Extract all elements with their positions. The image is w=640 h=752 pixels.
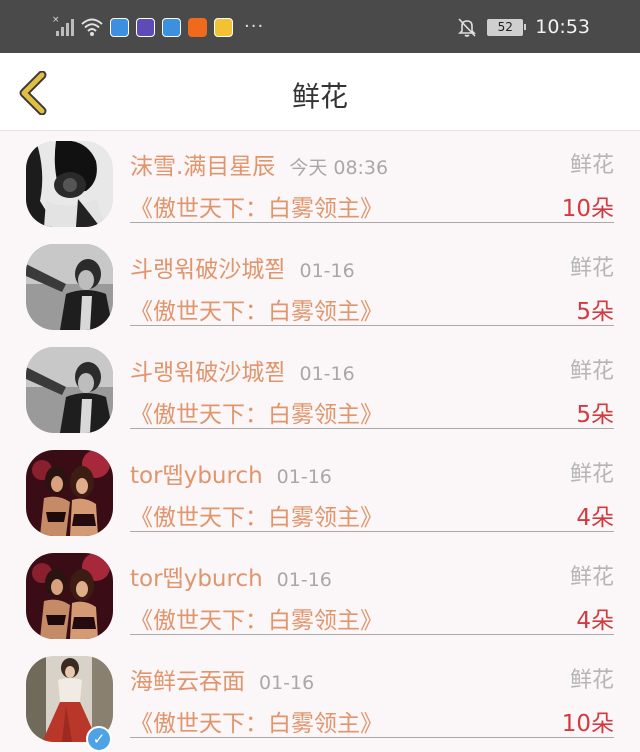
list-item[interactable]: 斗랭윆破沙城쬗 01-16 鲜花 《傲世天下：白雾领主》 5朵 — [0, 234, 640, 337]
battery-indicator: 52 — [487, 18, 527, 36]
gift-count: 5朵 — [576, 402, 614, 428]
gift-type: 鲜花 — [569, 668, 614, 693]
status-bar: × ··· 52 10:53 — [0, 0, 640, 53]
gift-count: 10朵 — [561, 711, 614, 737]
avatar[interactable] — [26, 450, 113, 536]
gift-type: 鲜花 — [569, 565, 614, 590]
avatar[interactable] — [26, 244, 113, 330]
username[interactable]: 海鲜云吞面 01-16 — [130, 662, 314, 696]
timestamp: 今天 08:36 — [289, 157, 389, 179]
verified-badge-icon: ✓ — [86, 726, 112, 752]
username[interactable]: 斗랭윆破沙城쬗 01-16 — [130, 250, 355, 284]
username[interactable]: tor뗍yburch 01-16 — [130, 456, 332, 490]
wifi-icon — [81, 17, 103, 37]
game-app-icon — [214, 17, 233, 37]
timestamp: 01-16 — [299, 363, 355, 385]
app-notification-icon — [136, 17, 155, 37]
timestamp: 01-16 — [259, 672, 315, 694]
gift-count: 5朵 — [576, 299, 614, 325]
signal-icon: × — [52, 15, 74, 36]
book-title[interactable]: 《傲世天下：白雾领主》 — [130, 189, 383, 223]
list-item[interactable]: 沫雪.满目星辰 今天 08:36 鲜花 《傲世天下：白雾领主》 10朵 — [0, 131, 640, 234]
book-title[interactable]: 《傲世天下：白雾领主》 — [130, 395, 383, 429]
gift-type: 鲜花 — [569, 153, 614, 178]
avatar[interactable] — [26, 141, 113, 227]
timestamp: 01-16 — [299, 260, 355, 282]
book-title[interactable]: 《傲世天下：白雾领主》 — [130, 498, 383, 532]
gift-count: 10朵 — [561, 196, 614, 222]
list-item[interactable]: tor뗍yburch 01-16 鲜花 《傲世天下：白雾领主》 4朵 — [0, 543, 640, 646]
gift-type: 鲜花 — [569, 359, 614, 384]
username[interactable]: 沫雪.满目星辰 今天 08:36 — [130, 147, 388, 181]
gift-type: 鲜花 — [569, 462, 614, 487]
qq-app-icon-2 — [162, 17, 181, 37]
taobao-app-icon — [188, 17, 207, 37]
gift-count: 4朵 — [576, 505, 614, 531]
avatar[interactable] — [26, 553, 113, 639]
gift-type: 鲜花 — [569, 256, 614, 281]
status-time: 10:53 — [535, 16, 590, 38]
avatar[interactable] — [26, 347, 113, 433]
qq-app-icon — [110, 17, 129, 37]
book-title[interactable]: 《傲世天下：白雾领主》 — [130, 704, 383, 738]
gift-count: 4朵 — [576, 608, 614, 634]
timestamp: 01-16 — [276, 569, 332, 591]
book-title[interactable]: 《傲世天下：白雾领主》 — [130, 292, 383, 326]
more-notifications-icon: ··· — [244, 16, 265, 37]
page-title: 鲜花 — [291, 80, 348, 113]
list-item[interactable]: tor뗍yburch 01-16 鲜花 《傲世天下：白雾领主》 4朵 — [0, 440, 640, 543]
list-item[interactable]: ✓ 海鲜云吞面 01-16 鲜花 《傲世天下：白雾领主》 10朵 — [0, 646, 640, 752]
list-item[interactable]: 斗랭윆破沙城쬗 01-16 鲜花 《傲世天下：白雾领主》 5朵 — [0, 337, 640, 440]
book-title[interactable]: 《傲世天下：白雾领主》 — [130, 601, 383, 635]
timestamp: 01-16 — [276, 466, 332, 488]
username[interactable]: tor뗍yburch 01-16 — [130, 559, 332, 593]
gift-record-list: 沫雪.满目星辰 今天 08:36 鲜花 《傲世天下：白雾领主》 10朵 斗랭윆破沙… — [0, 131, 640, 752]
header: 鲜花 — [0, 53, 640, 131]
mute-bell-icon — [457, 17, 477, 37]
username[interactable]: 斗랭윆破沙城쬗 01-16 — [130, 353, 355, 387]
